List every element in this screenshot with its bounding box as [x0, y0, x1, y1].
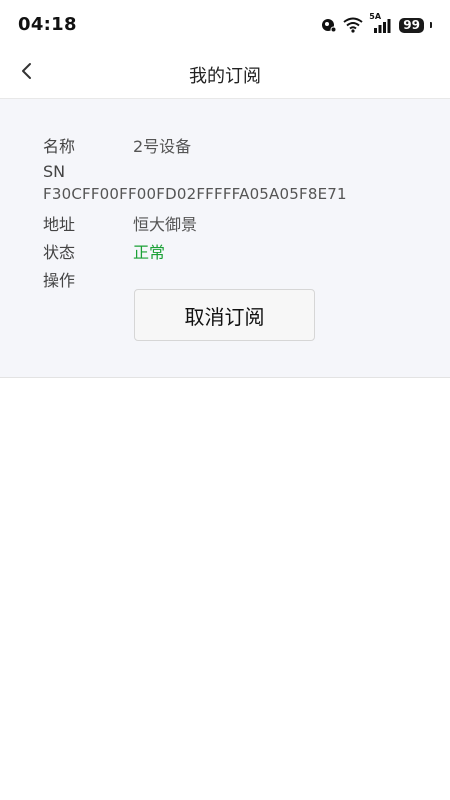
action-row: 操作: [43, 267, 133, 291]
battery-tip: [430, 22, 432, 28]
status-value: 正常: [133, 243, 166, 262]
page-title: 我的订阅: [189, 66, 261, 87]
cancel-subscription-button[interactable]: 取消订阅: [134, 289, 315, 341]
action-label: 操作: [43, 271, 76, 290]
address-value: 恒大御景: [133, 215, 198, 234]
battery-icon: 99: [399, 17, 424, 33]
title-bar: 我的订阅: [0, 50, 450, 99]
device-name-value: 2号设备: [133, 137, 192, 156]
sn-value: F30CFF00FF00FD02FFFFFA05A05F8E71: [43, 185, 347, 203]
wifi-icon: [343, 17, 363, 33]
status-label: 状态: [43, 243, 76, 262]
device-name-label: 名称: [43, 137, 76, 156]
cellular-signal-icon: 5A: [369, 12, 391, 34]
status-bar: 04:18 5A 99: [0, 0, 450, 50]
status-icons: 5A 99: [321, 12, 432, 36]
device-name-row: 名称 2号设备: [43, 133, 191, 157]
status-row: 状态 正常: [43, 239, 165, 263]
status-time: 04:18: [18, 14, 77, 35]
sn-label: SN: [43, 162, 66, 181]
address-label: 地址: [43, 215, 76, 234]
address-row: 地址 恒大御景: [43, 211, 197, 235]
subscription-card: 名称 2号设备 SN F30CFF00FF00FD02FFFFFA05A05F8E…: [0, 99, 450, 378]
sn-row: SN: [43, 162, 133, 181]
notification-icon: [321, 17, 337, 33]
